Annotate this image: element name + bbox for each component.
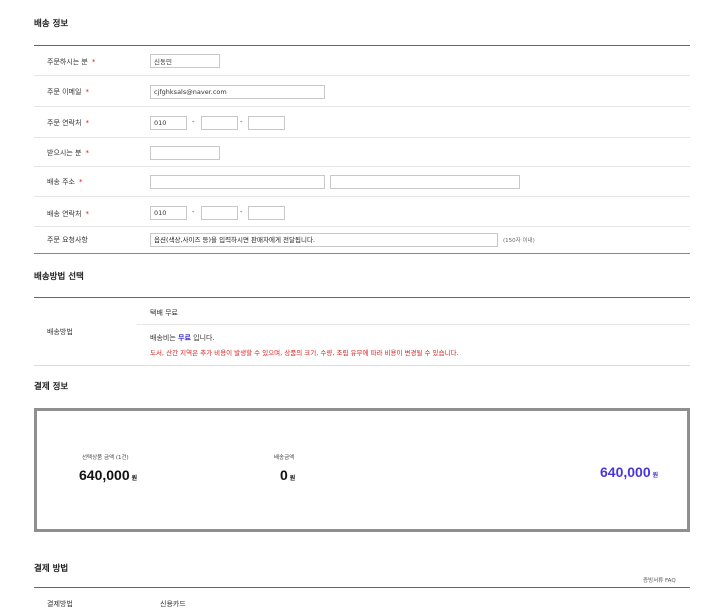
receiver-label: 받으시는 분 * [47, 148, 89, 158]
address-input-2[interactable] [330, 175, 520, 189]
address-label: 배송 주소 * [47, 177, 83, 187]
order-phone-part2[interactable] [201, 116, 238, 130]
currency-unit: 원 [131, 476, 138, 482]
orderer-label: 주문하시는 분 * [47, 57, 95, 67]
phone-separator: - [240, 208, 243, 216]
section-divider [34, 253, 690, 254]
email-label-text: 주문 이메일 [47, 88, 82, 96]
shipping-fee-text: 배송비는 무료 입니다. [150, 333, 215, 343]
phone-separator: - [240, 118, 243, 126]
shipping-amount-value: 0 [280, 467, 288, 483]
shipping-fee-suffix: 입니다. [193, 334, 215, 342]
orderer-label-text: 주문하시는 분 [47, 58, 88, 66]
request-label: 주문 요청사항 [47, 236, 88, 244]
request-input[interactable]: 옵션(색상,사이즈 등)을 입력하시면 판매자에게 전달됩니다. [150, 233, 498, 247]
order-phone-part3[interactable] [248, 116, 285, 130]
row-divider [34, 226, 690, 227]
shipping-option[interactable]: 택배 무료 [150, 308, 178, 318]
receiver-input[interactable] [150, 146, 220, 160]
required-mark: * [79, 178, 83, 186]
order-phone-label-text: 주문 연락처 [47, 119, 82, 127]
section-divider [34, 297, 690, 298]
section-divider [34, 45, 690, 46]
email-input[interactable] [150, 85, 325, 99]
row-divider [34, 196, 690, 197]
order-phone-part1[interactable] [150, 116, 187, 130]
shipping-warning: 도서, 산간 지역은 추가 비용이 발생할 수 있으며, 상품의 크기, 수량,… [150, 349, 459, 357]
order-phone-label: 주문 연락처 * [47, 118, 89, 128]
currency-unit: 원 [289, 476, 296, 482]
product-amount: 640,000 원 [79, 467, 137, 483]
required-mark: * [91, 58, 96, 66]
required-mark: * [85, 88, 89, 96]
ship-phone-part1[interactable] [150, 206, 187, 220]
receiver-label-text: 받으시는 분 [47, 149, 82, 157]
shipping-amount: 0원 [280, 467, 295, 483]
total-amount: 640,000 원 [600, 464, 658, 480]
payment-method-label: 결제방법 [47, 600, 73, 608]
phone-separator: - [192, 118, 195, 126]
request-limit-note: (150자 이내) [503, 238, 535, 244]
required-mark: * [85, 149, 89, 157]
ship-phone-part2[interactable] [201, 206, 238, 220]
orderer-input[interactable] [150, 54, 220, 68]
row-divider [34, 137, 690, 138]
address-input-1[interactable] [150, 175, 325, 189]
payment-method-title: 결제 방법 [34, 564, 69, 574]
payment-info-title: 결제 정보 [34, 382, 69, 392]
section-divider [34, 587, 690, 588]
product-amount-value: 640,000 [79, 467, 130, 483]
required-mark: * [85, 119, 89, 127]
product-amount-label: 선택상품 금액 (1건) [82, 455, 129, 461]
faq-link[interactable]: 증빙서류 FAQ [643, 576, 676, 584]
row-divider [34, 166, 690, 167]
shipping-method-title: 배송방법 선택 [34, 272, 84, 282]
shipping-fee-value: 무료 [178, 334, 191, 342]
ship-phone-label-text: 배송 연락처 [47, 210, 82, 218]
row-divider [34, 75, 690, 76]
phone-separator: - [192, 208, 195, 216]
row-divider [34, 106, 690, 107]
email-label: 주문 이메일 * [47, 87, 89, 97]
ship-phone-label: 배송 연락처 * [47, 209, 89, 219]
payment-method-value[interactable]: 신용카드 [160, 599, 186, 609]
order-info-title: 배송 정보 [34, 19, 69, 29]
shipping-amount-label: 배송금액 [274, 455, 295, 461]
row-divider [137, 324, 690, 325]
required-mark: * [85, 210, 89, 218]
shipping-method-label: 배송방법 [47, 328, 73, 336]
address-label-text: 배송 주소 [47, 178, 75, 186]
ship-phone-part3[interactable] [248, 206, 285, 220]
section-divider [34, 365, 690, 366]
shipping-fee-prefix: 배송비는 [150, 334, 176, 342]
payment-summary-box: 선택상품 금액 (1건) 640,000 원 배송금액 0원 640,000 원 [34, 408, 690, 532]
total-amount-value: 640,000 [600, 464, 651, 480]
currency-unit: 원 [652, 473, 659, 479]
